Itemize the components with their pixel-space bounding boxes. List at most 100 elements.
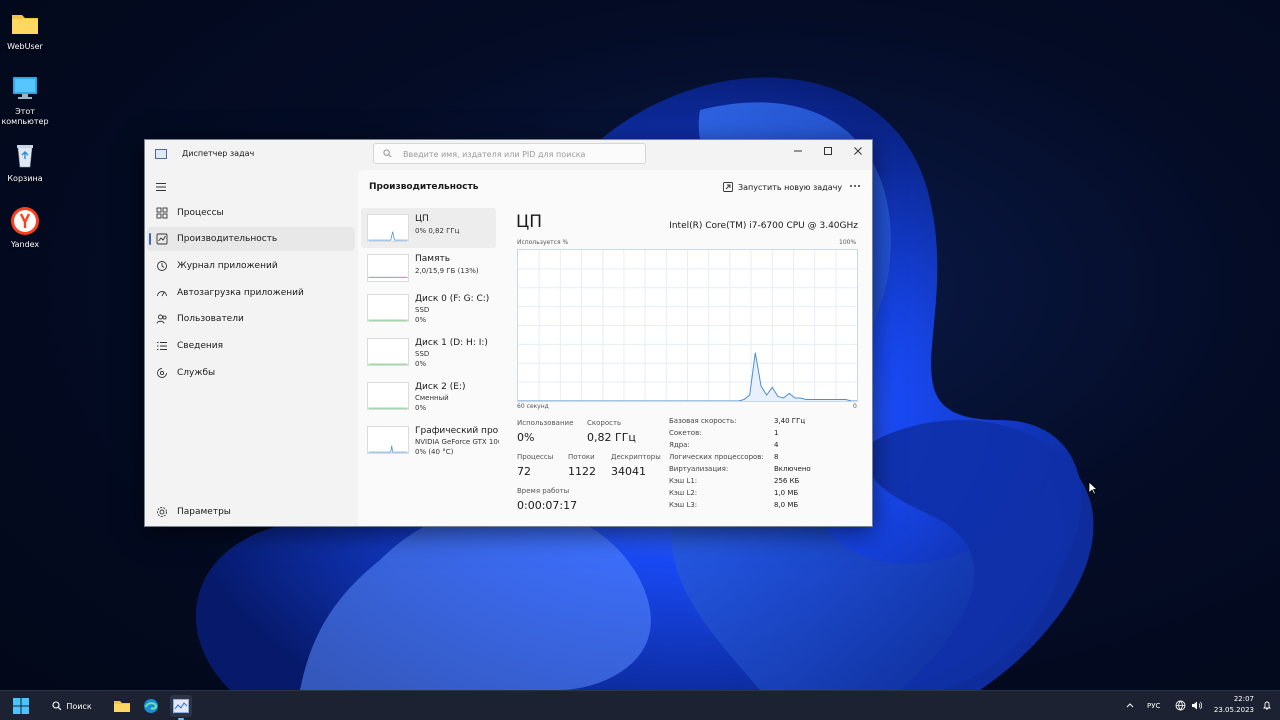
desktop-icon-recycle-bin[interactable]: Корзина — [0, 140, 50, 184]
list-icon — [157, 342, 167, 350]
search-icon — [383, 149, 392, 158]
sidebar-item-services[interactable]: Службы — [147, 361, 355, 385]
sidebar-item-users[interactable]: Пользователи — [147, 307, 355, 331]
speed-label: Скорость — [587, 419, 622, 427]
task-manager-taskbar-button[interactable] — [170, 695, 192, 720]
desktop-icon-label: Этот компьютер — [1, 107, 49, 126]
usage-label: Использование — [517, 419, 574, 427]
close-button[interactable] — [843, 140, 873, 162]
windows-logo-icon — [13, 698, 29, 714]
disk-thumbnail-graph — [367, 294, 409, 322]
taskbar-search-button[interactable]: Поиск — [46, 695, 98, 717]
desktop-icon-yandex[interactable]: Yandex — [0, 206, 50, 250]
sidebar-item-details[interactable]: Сведения — [147, 334, 355, 358]
maximize-button[interactable] — [813, 140, 843, 162]
performance-icon — [156, 233, 168, 245]
sidebar: Процессы Производительность Журнал прило… — [145, 170, 357, 526]
spec-row: Сокетов: 1 — [669, 429, 839, 441]
resource-item-disk-2[interactable]: Диск 2 (E:) Сменный 0% — [361, 376, 496, 416]
spec-row: Ядра: 4 — [669, 441, 839, 453]
spec-key: Логических процессоров: — [669, 453, 764, 461]
spec-key: Кэш L2: — [669, 489, 698, 497]
resource-sub: 0% (40 °C) — [415, 448, 454, 456]
run-task-icon — [723, 182, 733, 192]
resource-item-memory[interactable]: Память 2,0/15,9 ГБ (13%) — [361, 248, 496, 288]
window-title: Диспетчер задач — [182, 149, 255, 158]
gear-icon — [157, 507, 167, 517]
spec-row: Кэш L2: 1,0 МБ — [669, 489, 839, 501]
threads-value: 1122 — [568, 465, 596, 478]
task-manager-window: Диспетчер задач Процессы Производительно… — [144, 139, 873, 527]
page-title: Производительность — [369, 182, 479, 192]
sidebar-item-label: Сведения — [177, 341, 224, 351]
sidebar-item-settings[interactable]: Параметры — [147, 500, 355, 524]
minimize-button[interactable] — [783, 140, 813, 162]
sidebar-item-startup-apps[interactable]: Автозагрузка приложений — [147, 281, 355, 305]
resource-name: ЦП — [415, 214, 429, 224]
desktop-icon-webuser[interactable]: WebUser — [0, 8, 50, 52]
y-axis-label: Используется % — [517, 239, 569, 246]
resource-item-disk-0[interactable]: Диск 0 (F: G: C:) SSD 0% — [361, 288, 496, 328]
taskbar-search-label: Поиск — [66, 701, 92, 711]
resource-sub: 0% — [415, 360, 427, 368]
more-options-button[interactable] — [846, 178, 864, 194]
chevron-up-icon[interactable] — [1126, 702, 1134, 708]
edge-icon — [144, 699, 158, 713]
users-icon — [156, 314, 167, 324]
resource-item-cpu[interactable]: ЦП 0% 0,82 ГГц — [361, 208, 496, 248]
sidebar-item-label: Процессы — [177, 208, 224, 218]
x-axis-label: 60 секунд — [517, 403, 549, 410]
desktop-icon-this-pc[interactable]: Этот компьютер — [0, 73, 50, 127]
network-globe-icon[interactable] — [1175, 700, 1186, 711]
spec-value: 8 — [774, 453, 779, 461]
search-input[interactable] — [403, 147, 638, 161]
search-box[interactable] — [373, 143, 646, 164]
spec-value: 256 КБ — [774, 477, 800, 485]
resource-name: Диск 0 (F: G: C:) — [415, 294, 490, 304]
processes-value: 72 — [517, 465, 531, 478]
spec-row: Кэш L3: 8,0 МБ — [669, 501, 839, 513]
resource-sub: SSD — [415, 350, 430, 358]
spec-row: Виртуализация: Включено — [669, 465, 839, 477]
sidebar-item-app-history[interactable]: Журнал приложений — [147, 254, 355, 278]
task-manager-icon — [173, 699, 189, 713]
grid-icon — [156, 207, 168, 219]
file-explorer-button[interactable] — [111, 695, 133, 717]
notification-bell-icon[interactable] — [1262, 700, 1272, 711]
speedometer-icon — [157, 291, 167, 297]
processes-label: Процессы — [517, 453, 554, 461]
memory-thumbnail-graph — [367, 254, 409, 282]
search-icon — [52, 701, 62, 711]
sidebar-item-label: Параметры — [177, 507, 231, 517]
run-new-task-button[interactable]: Запустить новую задачу — [723, 179, 842, 195]
language-indicator[interactable]: РУС — [1147, 702, 1160, 710]
spec-value: 1,0 МБ — [774, 489, 799, 497]
threads-label: Потоки — [568, 453, 595, 461]
cpu-usage-chart — [518, 250, 857, 402]
hamburger-menu-icon[interactable] — [155, 182, 167, 192]
resource-item-gpu[interactable]: Графический про NVIDIA GeForce GTX 106 0… — [361, 420, 499, 460]
taskbar: Поиск РУС 22:07 23.05.2023 — [0, 690, 1280, 720]
task-manager-icon — [155, 149, 167, 159]
resource-item-disk-1[interactable]: Диск 1 (D: H: I:) SSD 0% — [361, 332, 496, 372]
volume-icon[interactable] — [1191, 700, 1203, 711]
spec-key: Сокетов: — [669, 429, 702, 437]
yandex-icon — [11, 207, 39, 235]
clock[interactable]: 22:07 23.05.2023 — [1206, 694, 1254, 716]
desktop-icon-label: Yandex — [10, 240, 40, 249]
detail-title: ЦП — [516, 212, 542, 232]
edge-browser-button[interactable] — [140, 695, 162, 717]
sidebar-item-processes[interactable]: Процессы — [147, 201, 355, 225]
sidebar-item-label: Пользователи — [177, 314, 244, 324]
uptime-value: 0:00:07:17 — [517, 499, 578, 512]
monitor-icon — [13, 77, 37, 99]
spec-row: Логических процессоров: 8 — [669, 453, 839, 465]
title-bar[interactable]: Диспетчер задач — [145, 140, 872, 170]
sidebar-item-performance[interactable]: Производительность — [147, 227, 355, 251]
history-icon — [157, 261, 167, 271]
resource-name: Диск 2 (E:) — [415, 382, 466, 392]
resource-sub: Сменный — [415, 394, 449, 402]
spec-value: 8,0 МБ — [774, 501, 799, 509]
start-button[interactable] — [10, 695, 32, 717]
x-axis-min: 0 — [853, 403, 857, 410]
